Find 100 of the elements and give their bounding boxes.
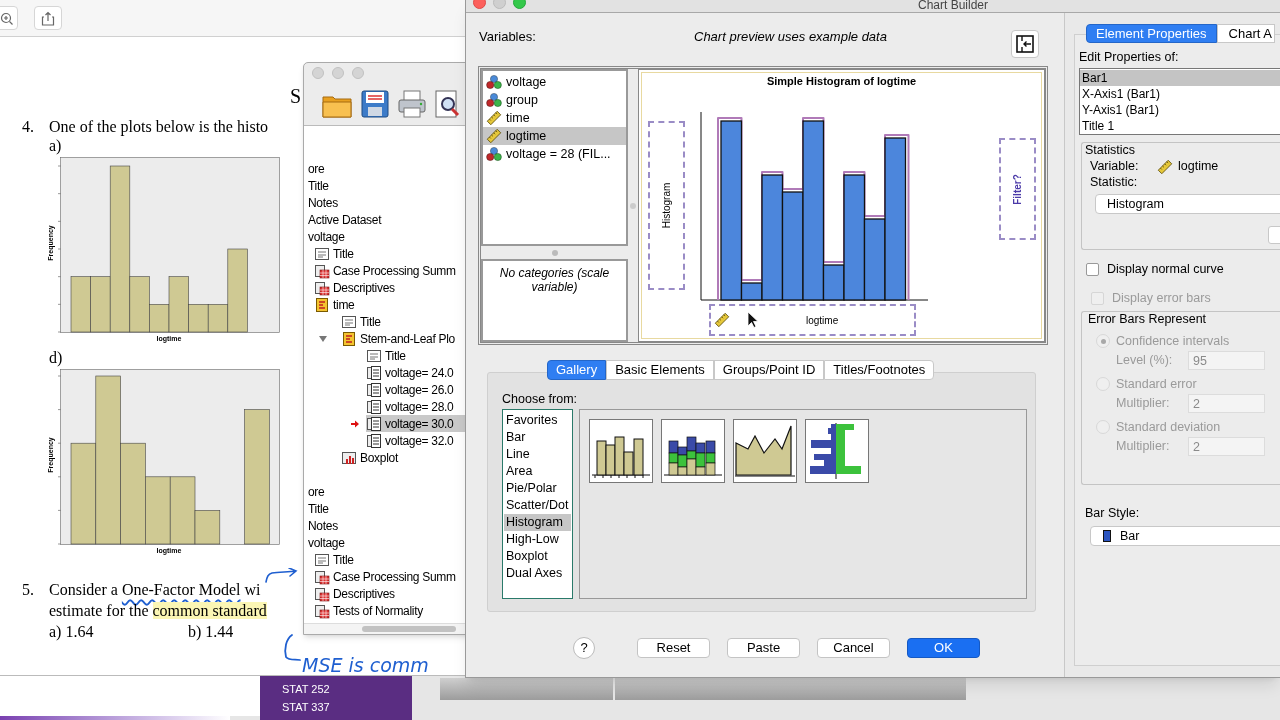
tree-item[interactable]: Title (308, 177, 333, 194)
printer-icon[interactable] (398, 90, 426, 118)
dialog-button[interactable]: OK (907, 638, 980, 658)
area-chart-thumbnail[interactable] (733, 419, 797, 483)
tree-item[interactable]: Notes (308, 517, 342, 534)
chart-type-item[interactable]: Favorites (504, 412, 571, 429)
stacked-bar-chart-thumbnail[interactable] (661, 419, 725, 483)
help-button[interactable]: ? (573, 637, 595, 659)
sidebar-item[interactable]: STAT 252 (282, 683, 412, 695)
tree-item[interactable]: Tests of Normality (314, 602, 427, 619)
input-field: 95 (1188, 351, 1265, 370)
tree-item[interactable]: Title (314, 551, 358, 568)
document-icon (314, 551, 330, 568)
variable-item[interactable]: logtime (483, 127, 626, 145)
tree-item[interactable]: voltage= 32.0 (366, 432, 458, 449)
text-document-icon (366, 415, 382, 432)
chart-type-item[interactable]: Line (504, 446, 571, 463)
splitter-handle[interactable] (630, 202, 636, 209)
tab[interactable]: Basic Elements (606, 360, 714, 380)
population-pyramid-thumbnail[interactable] (805, 419, 869, 483)
variable-label: Variable: (1090, 158, 1140, 176)
window-title: Chart Builder (918, 0, 989, 12)
element-item[interactable]: Bar1 (1080, 70, 1280, 86)
dialog-button[interactable]: Reset (637, 638, 710, 658)
text-document-icon (366, 398, 382, 415)
chart-type-item[interactable]: Histogram (504, 514, 571, 531)
tree-item[interactable]: Boxplot (341, 449, 402, 466)
document-icon (314, 245, 330, 262)
tree-item[interactable]: voltage= 26.0 (366, 381, 458, 398)
radio-label: Standard deviation (1116, 418, 1221, 436)
bar-style-dropdown[interactable]: Bar (1090, 526, 1280, 546)
element-item[interactable]: Y-Axis1 (Bar1) (1080, 102, 1280, 118)
tree-item[interactable]: ore (308, 483, 329, 500)
share-button[interactable] (34, 6, 62, 30)
ruler-icon (486, 110, 502, 126)
tree-item[interactable]: Case Processing Summ (314, 262, 460, 279)
document-icon (341, 313, 357, 330)
element-item[interactable]: X-Axis1 (Bar1) (1080, 86, 1280, 102)
chart-type-item[interactable]: Pie/Polar (504, 480, 571, 497)
tree-item[interactable]: Descriptives (314, 585, 399, 602)
checkbox[interactable] (1086, 262, 1099, 276)
tree-item[interactable]: time (314, 296, 359, 313)
chart-type-item[interactable]: Boxplot (504, 548, 571, 565)
tree-item[interactable]: Active Dataset (308, 211, 386, 228)
variables-label: Variables: (478, 28, 537, 46)
variable-item[interactable]: time (483, 109, 626, 127)
field-label: Multiplier: (1116, 395, 1171, 413)
tab[interactable]: Gallery (547, 360, 607, 380)
variable-item[interactable]: group (483, 91, 626, 109)
input-field: 2 (1188, 394, 1265, 413)
tree-item[interactable]: voltage (308, 534, 349, 551)
tree-item[interactable]: voltage= 28.0 (366, 398, 458, 415)
panel-toggle-icon (1016, 35, 1034, 53)
print-preview-icon[interactable] (435, 90, 461, 118)
tree-item[interactable]: Title (314, 245, 358, 262)
table-icon (314, 568, 330, 585)
collapse-panel-button[interactable] (1011, 30, 1039, 58)
chart-type-item[interactable]: Area (504, 463, 571, 480)
document-icon (366, 347, 382, 364)
plot-label: a) (49, 137, 63, 155)
tree-item[interactable]: voltage= 24.0 (366, 364, 458, 381)
tree-item[interactable]: Title (308, 500, 333, 517)
variable-item[interactable]: voltage = 28 (FIL... (483, 145, 626, 163)
choose-from-label: Choose from: (502, 392, 579, 408)
scrollbar-thumb[interactable] (362, 626, 456, 632)
y-axis-drop-zone[interactable]: Histogram (648, 121, 685, 290)
tree-item[interactable]: Stem-and-Leaf Plo (341, 330, 459, 347)
answer-option: b) 1.44 (188, 621, 234, 642)
tab[interactable]: Titles/Footnotes (824, 360, 935, 380)
chart-type-item[interactable]: Bar (504, 429, 571, 446)
nominal-variable-icon (486, 92, 502, 108)
radio-label: Confidence intervals (1116, 332, 1230, 350)
chart-type-item[interactable]: Scatter/Dot (504, 497, 571, 514)
mouse-cursor-icon (747, 311, 759, 329)
tab[interactable]: Groups/Point ID (713, 360, 825, 380)
tab[interactable]: Chart A (1216, 24, 1275, 43)
sidebar-item[interactable]: STAT 337 (282, 701, 412, 713)
tree-item[interactable]: Title (366, 347, 410, 364)
question-number: 4. (22, 117, 35, 137)
variable-item[interactable]: voltage (483, 73, 626, 91)
chart-type-item[interactable]: Dual Axes (504, 565, 571, 582)
dialog-button[interactable]: Cancel (817, 638, 890, 658)
expanded-triangle-icon[interactable] (319, 335, 327, 343)
tree-item[interactable]: Notes (308, 194, 342, 211)
nominal-variable-icon (486, 146, 502, 162)
dialog-button[interactable]: Paste (727, 638, 800, 658)
table-icon (314, 585, 330, 602)
element-item[interactable]: Title 1 (1080, 118, 1280, 134)
chart-type-item[interactable]: High-Low (504, 531, 571, 548)
tree-item[interactable]: Descriptives (314, 279, 399, 296)
tree-item[interactable]: ore (308, 160, 329, 177)
statistic-label: Statistic: (1090, 175, 1139, 190)
tree-item[interactable]: voltage (308, 228, 349, 245)
bar-chart-thumbnail[interactable] (589, 419, 653, 483)
tree-item[interactable]: Title (341, 313, 385, 330)
tab[interactable]: Element Properties (1086, 24, 1217, 43)
filter-drop-zone[interactable]: Filter? (999, 138, 1036, 240)
splitter-handle[interactable] (551, 249, 558, 256)
tree-item[interactable]: Case Processing Summ (314, 568, 460, 585)
statistic-dropdown[interactable]: Histogram (1095, 194, 1280, 214)
